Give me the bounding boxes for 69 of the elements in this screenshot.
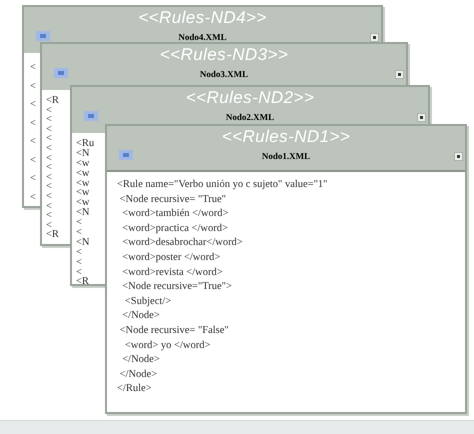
code-line: <Node recursive="True"> (121, 280, 232, 294)
code-line: < (46, 106, 52, 116)
code-line: < (76, 228, 82, 238)
document-icon (84, 111, 98, 121)
code-line: <w (76, 198, 90, 208)
window-title: Nodo2.XML (226, 111, 274, 123)
code-line: <N (76, 148, 90, 159)
code-line: </Node> (118, 368, 158, 382)
code-line: <word>practica </word> (121, 222, 228, 236)
code-line: < (46, 163, 52, 173)
code-line: < (30, 61, 36, 75)
code-line: < (46, 134, 52, 144)
code-line: </Node> (121, 309, 160, 324)
window-heading: <<Rules-ND2>> (186, 88, 314, 108)
window-title: Nodo3.XML (200, 68, 248, 80)
code-line: <N (76, 238, 90, 248)
code-line: < (46, 202, 52, 212)
window-title: Nodo4.XML (178, 31, 227, 43)
code-line: </Node> (121, 353, 160, 368)
code-line: <word>revista </word> (121, 266, 223, 280)
window-heading: <<Rules-ND1>> (222, 127, 350, 147)
code-line: < (76, 268, 82, 278)
document-icon (119, 150, 133, 160)
window-title: Nodo1.XML (262, 150, 310, 162)
code-line: < (46, 124, 52, 134)
code-line: < (46, 211, 52, 221)
code-line: < (30, 154, 36, 168)
code-line: <word>desabrochar</word> (121, 236, 243, 250)
close-button[interactable] (417, 113, 426, 122)
code-line: < (46, 154, 52, 164)
code-line: < (46, 192, 52, 202)
code-line: < (76, 248, 82, 258)
code-line: </Rule> (117, 382, 152, 396)
code-line: < (46, 220, 52, 230)
code-line: <Node recursive= "False" (118, 324, 229, 338)
code-line: <w (76, 178, 90, 188)
code-line: <N (76, 208, 90, 218)
code-line: < (30, 80, 36, 94)
code-line: < (30, 135, 36, 149)
code-line: < (76, 258, 82, 268)
window-heading: <<Rules-ND3>> (160, 45, 288, 65)
code-line: <w (76, 158, 90, 169)
window-heading: <<Rules-ND4>> (138, 8, 267, 28)
code-line: < (46, 172, 52, 182)
code-line: < (76, 218, 82, 228)
code-line: < (46, 182, 52, 192)
code-line: <R (76, 277, 89, 284)
code-line: < (30, 116, 36, 130)
code-line: < (30, 190, 36, 204)
code-line: <Rule name="Verbo unión yo c sujeto" value="1" (117, 178, 328, 192)
code-line: <R (46, 96, 59, 106)
code-line: < (46, 144, 52, 154)
code-line: <Ru (76, 139, 94, 149)
code-line: < (46, 115, 52, 125)
code-line: < (30, 172, 36, 186)
close-button[interactable] (395, 70, 404, 79)
code-line: <word>poster </word> (121, 250, 220, 265)
close-button[interactable] (370, 33, 379, 42)
code-line: < (30, 98, 36, 112)
document-icon (36, 31, 50, 41)
code-line: <word> yo </word> (124, 338, 210, 353)
code-line: <Node recursive= "True" (118, 192, 226, 207)
code-line: <R (46, 230, 59, 240)
code-line: <w (76, 188, 90, 198)
code-line: <Subject/> (124, 294, 172, 309)
code-line: <w (76, 168, 90, 179)
code-line: <word>también </word> (121, 207, 228, 222)
close-button[interactable] (454, 152, 463, 161)
document-icon (54, 68, 68, 78)
